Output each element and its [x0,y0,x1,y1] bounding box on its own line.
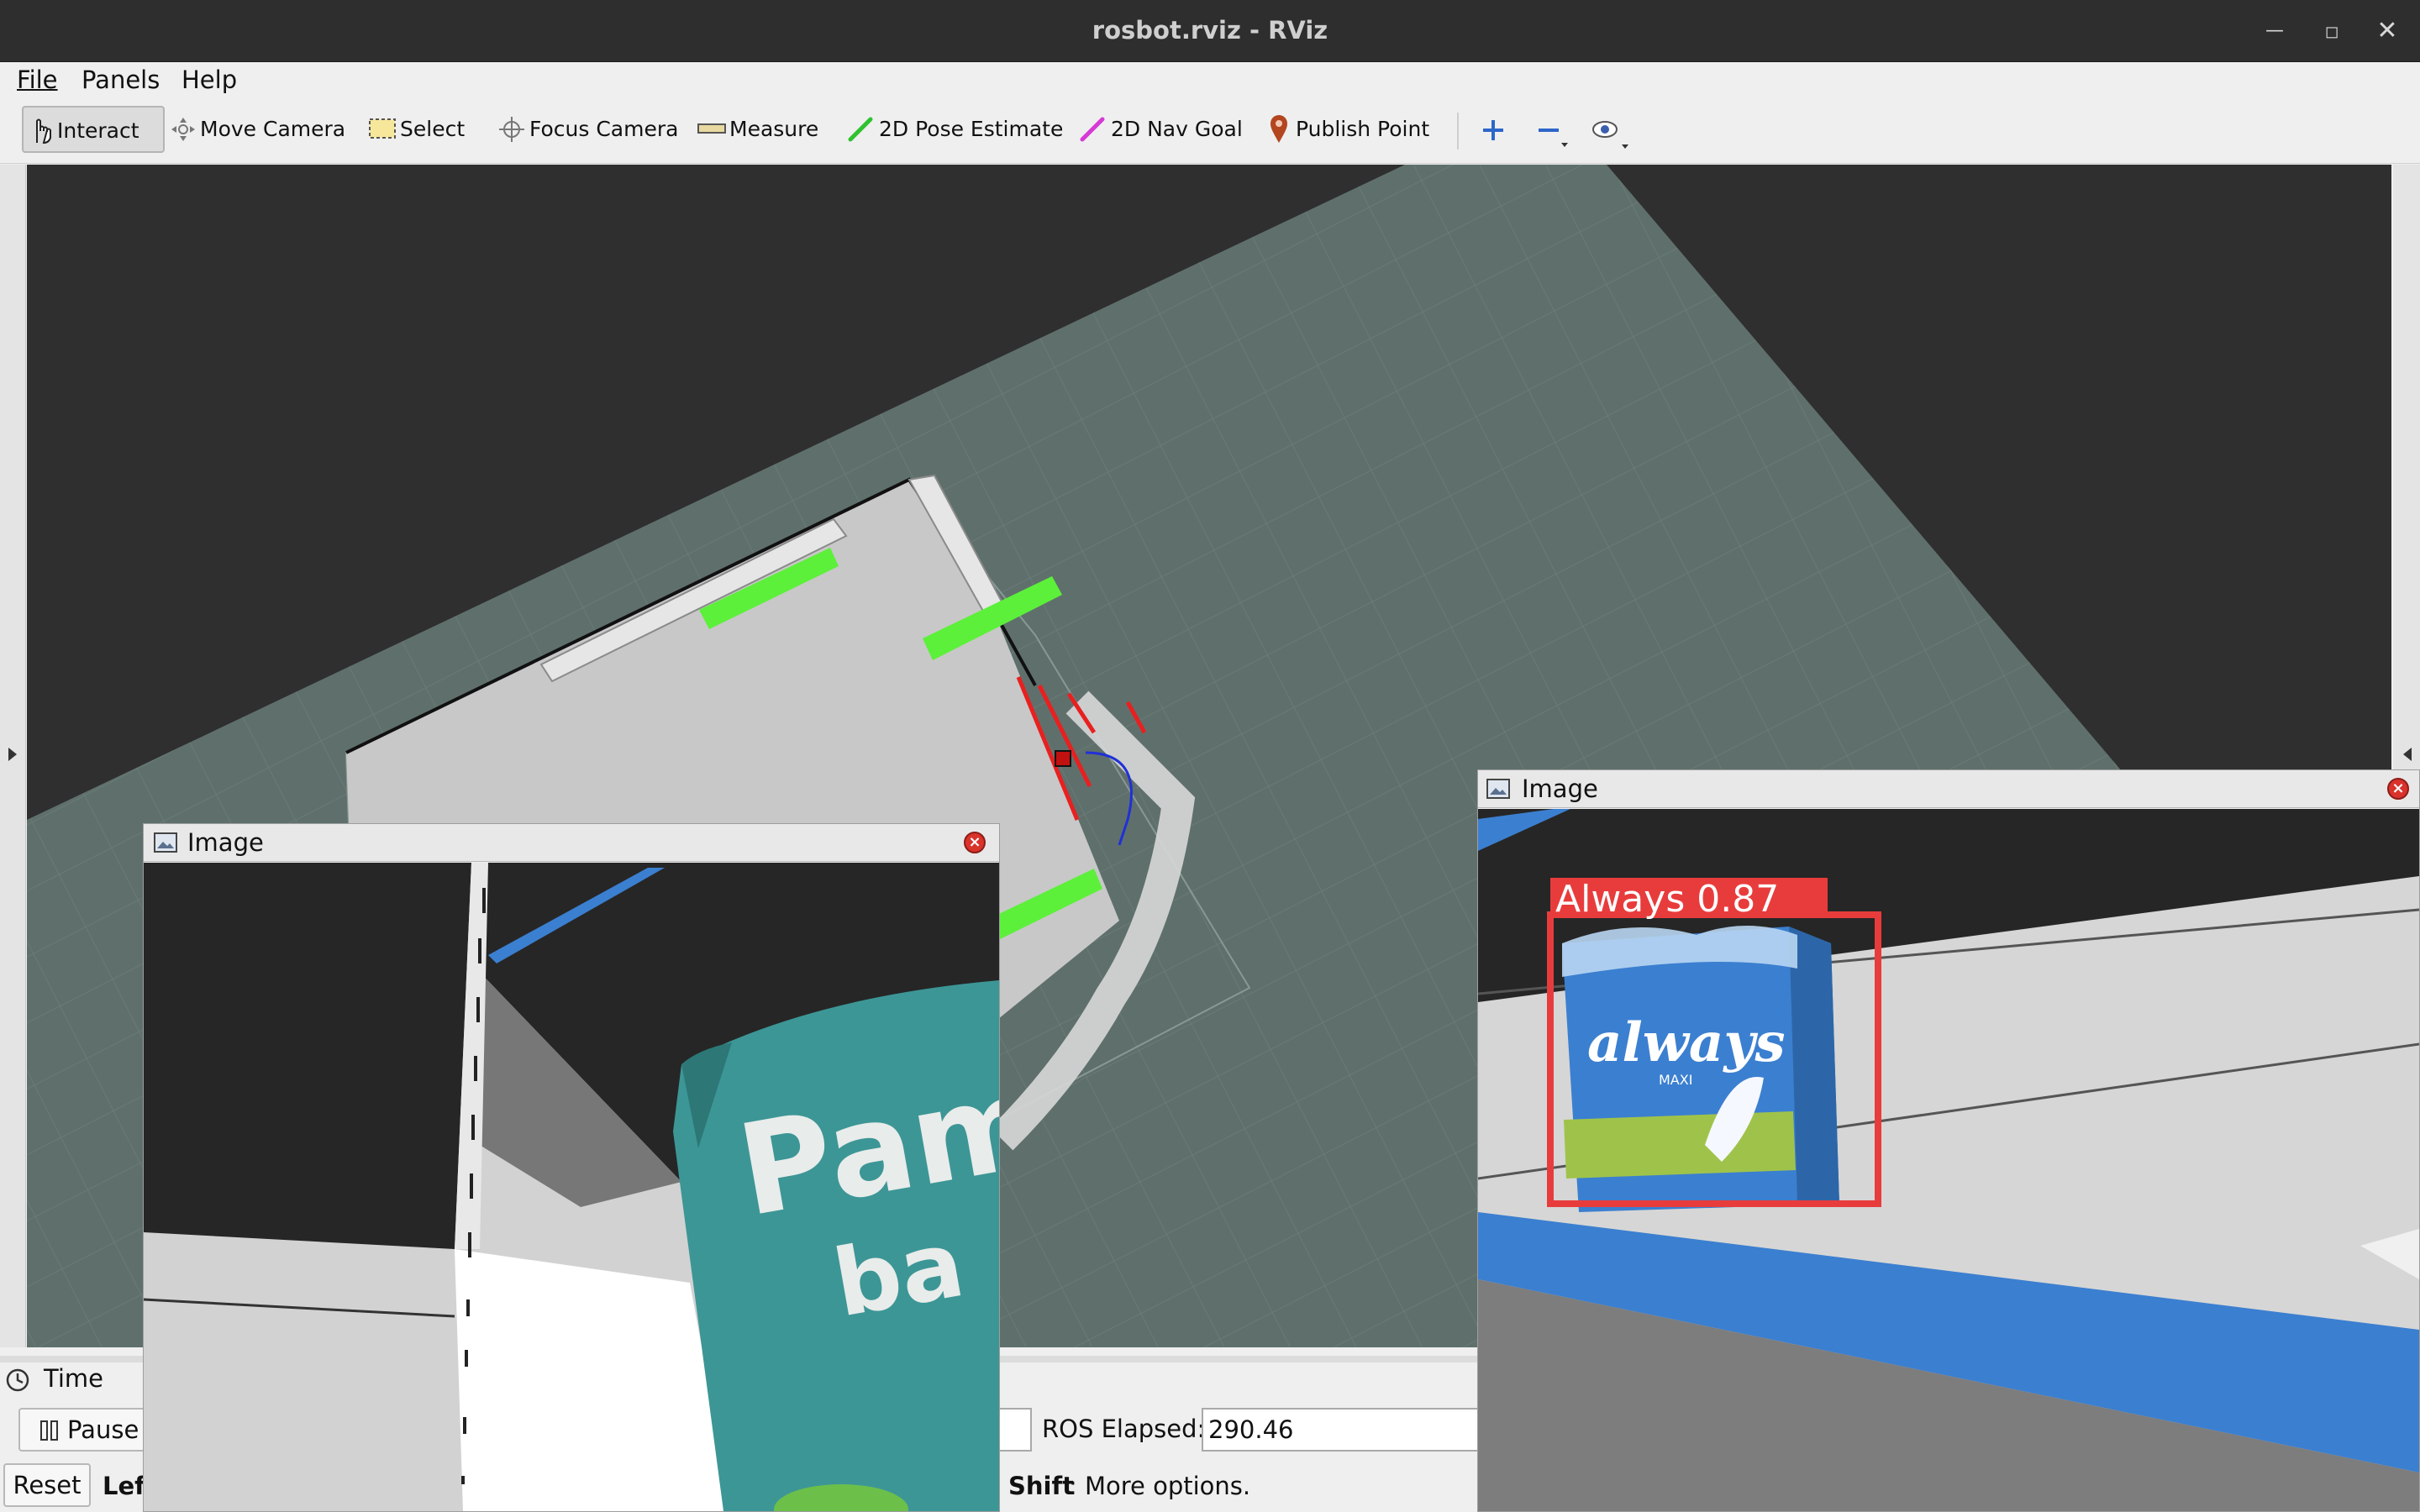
publish-point-tool-button[interactable]: Publish Point [1267,106,1435,153]
magenta-arrow-icon [1080,117,1105,142]
chevron-left-icon [2403,748,2412,761]
view-options-button[interactable] [1590,106,1634,153]
image-icon [154,832,177,853]
reset-button[interactable]: Reset [3,1463,91,1507]
pose-estimate-label: 2D Pose Estimate [879,117,1064,141]
map-pin-icon [1270,115,1287,143]
plus-icon [1483,120,1503,140]
close-icon[interactable]: × [964,832,986,853]
publish-point-label: Publish Point [1296,117,1430,141]
status-key-shift: Shift [1008,1472,1074,1500]
product-text-always: always [1587,1011,1786,1074]
select-icon [369,118,396,139]
product-text-maxi: MAXI [1659,1072,1692,1088]
image-icon [1486,779,1510,799]
camera-image-left: Pam ba [144,863,999,1511]
ros-elapsed-field[interactable]: 290.46 [1202,1408,1479,1452]
nav-goal-label: 2D Nav Goal [1111,117,1243,141]
menu-panels[interactable]: Panels [82,62,160,97]
interact-label: Interact [57,118,139,143]
pause-label: Pause [67,1415,139,1444]
image-panel-left[interactable]: Image × Pam ba [143,823,1000,1512]
move-camera-tool-button[interactable]: Move Camera [168,106,345,153]
menubar: File Panels Help [0,62,2420,97]
maximize-button[interactable]: ◻ [2316,15,2348,47]
menu-help[interactable]: Help [182,62,237,97]
robot-marker [1055,750,1071,767]
pause-icon [40,1420,58,1441]
window-title: rosbot.rviz - RViz [1092,16,1328,45]
status-text-left: Lef [103,1472,145,1500]
menu-file[interactable]: File [17,62,58,97]
camera-image-right: always MAXI Always 0.87 [1478,809,2419,1511]
toolbar-separator [1457,113,1459,150]
minus-icon [1539,129,1568,147]
measure-label: Measure [729,117,819,141]
interact-tool-button[interactable]: Interact [22,106,165,153]
left-dock-handle[interactable] [0,165,26,1347]
pose-estimate-tool-button[interactable]: 2D Pose Estimate [847,106,1063,153]
window-titlebar: rosbot.rviz - RViz — ◻ ✕ [0,0,2420,62]
product-text-baby: ba [826,1210,971,1338]
measure-tool-button[interactable]: Measure [697,106,823,153]
image-panel-left-header: Image × [144,824,999,862]
zoom-out-button[interactable] [1534,106,1571,153]
toolbar: Interact Move Camera Select Focus Camera… [0,97,2420,164]
pause-button[interactable]: Pause [18,1408,153,1452]
minimize-button[interactable]: — [2259,15,2291,47]
nav-goal-tool-button[interactable]: 2D Nav Goal [1079,106,1247,153]
chevron-right-icon [8,748,17,761]
zoom-in-button[interactable] [1479,106,1509,153]
select-label: Select [400,117,466,141]
ruler-icon [697,123,726,134]
clock-icon [6,1368,29,1392]
image-panel-right[interactable]: Image × always MAXI Always 0.87 [1477,769,2420,1512]
time-panel-title: Time [44,1364,103,1393]
green-arrow-icon [848,117,873,142]
hand-icon [36,118,51,144]
ros-elapsed-label: ROS Elapsed: [1042,1415,1206,1443]
image-panel-right-title: Image [1522,774,1598,803]
focus-camera-icon [499,117,524,142]
eye-icon [1592,121,1628,149]
detection-label: Always 0.87 [1555,878,1779,921]
close-icon[interactable]: × [2387,778,2409,800]
image-panel-left-title: Image [187,828,264,857]
focus-camera-label: Focus Camera [529,117,679,141]
select-tool-button[interactable]: Select [366,106,476,153]
image-panel-right-header: Image × [1478,770,2419,808]
close-window-button[interactable]: ✕ [2371,15,2403,47]
status-text-right: : More options. [1069,1472,1251,1500]
move-camera-label: Move Camera [200,117,346,141]
move-camera-icon [171,118,195,141]
focus-camera-tool-button[interactable]: Focus Camera [497,106,678,153]
